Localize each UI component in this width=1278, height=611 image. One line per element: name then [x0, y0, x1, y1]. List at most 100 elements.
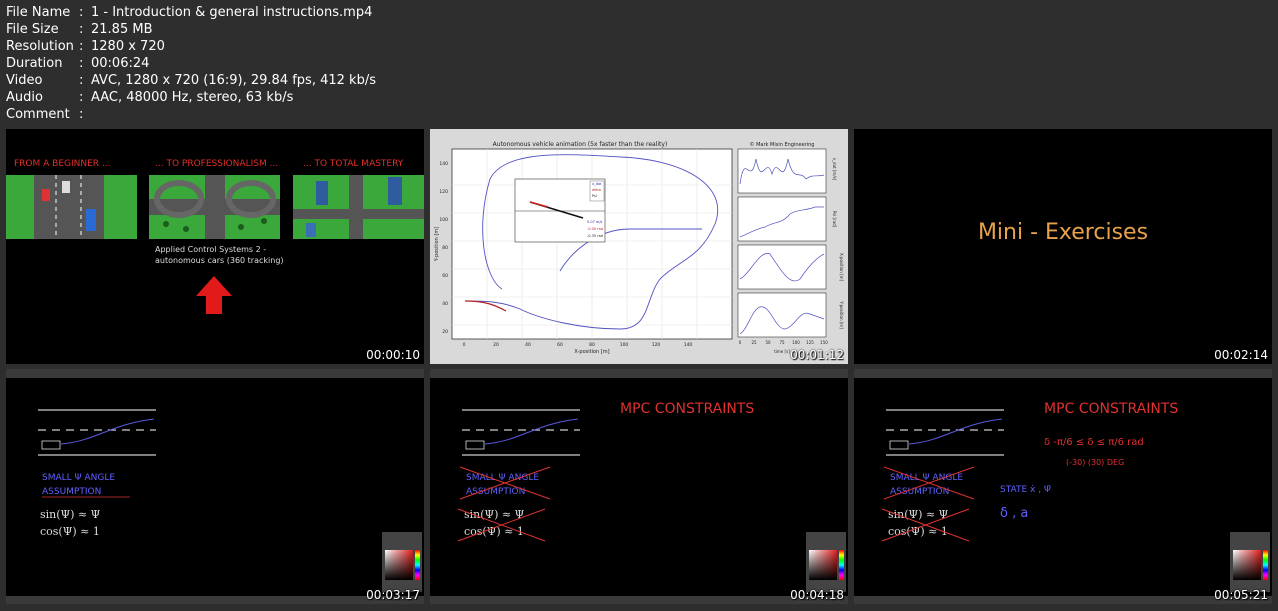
svg-text:140: 140 — [684, 342, 693, 348]
audio-key: Audio — [6, 90, 43, 105]
svg-text:80: 80 — [589, 342, 595, 348]
caption-line-1: Applied Control Systems 2 - — [155, 245, 267, 254]
svg-text:0: 0 — [739, 340, 742, 345]
mini-exercises-title: Mini - Exercises — [977, 220, 1149, 245]
constraint-line: δ -π/6 ≤ δ ≤ π/6 rad — [1044, 437, 1144, 448]
inset-value-psi: -0.35 rad — [587, 234, 603, 238]
svg-text:40: 40 — [442, 301, 448, 307]
video-row: Video: AVC, 1280 x 720 (16:9), 29.84 fps,… — [6, 72, 376, 89]
duration-row: Duration:00:06:24 — [6, 55, 376, 72]
timestamp: 00:04:18 — [790, 588, 844, 602]
svg-text:Y-position [m]: Y-position [m] — [839, 300, 844, 329]
svg-text:60: 60 — [557, 342, 563, 348]
audio-row: Audio: AAC, 48000 Hz, stereo, 63 kb/s — [6, 89, 376, 106]
resolution-row: Resolution:1280 x 720 — [6, 38, 376, 55]
file-size-value: 21.85 MB — [91, 22, 153, 37]
note-line-4: cos(Ψ) ≈ 1 — [888, 525, 948, 538]
svg-text:40: 40 — [525, 342, 531, 348]
svg-text:140: 140 — [439, 161, 448, 167]
separator: : — [79, 5, 84, 20]
svg-text:75: 75 — [779, 340, 785, 345]
gimp-statusbar — [6, 596, 424, 604]
constraint-deg: (-30) (30) DEG — [1066, 458, 1124, 467]
svg-text:100: 100 — [439, 217, 448, 223]
note-line-1: SMALL Ψ ANGLE — [42, 473, 115, 483]
gimp-statusbar — [854, 596, 1272, 604]
whiteboard-drawing: SMALL Ψ ANGLE ASSUMPTION sin(Ψ) ≈ Ψ cos(… — [881, 401, 1178, 542]
svg-text:25: 25 — [751, 340, 757, 345]
thumbnail-5[interactable]: SMALL Ψ ANGLE ASSUMPTION sin(Ψ) ≈ Ψ cos(… — [430, 369, 848, 604]
note-line-3: sin(Ψ) ≈ Ψ — [40, 508, 101, 521]
x-axis-label: X-position [m] — [574, 349, 609, 355]
plot-credit: © Mark Misin Engineering — [750, 141, 815, 148]
svg-text:125: 125 — [806, 340, 814, 345]
svg-text:time [s]: time [s] — [774, 349, 790, 354]
svg-text:X-position [m]: X-position [m] — [839, 253, 844, 282]
note-line-2: ASSUMPTION — [890, 487, 949, 497]
separator: : — [79, 73, 84, 88]
svg-text:Psi [rad]: Psi [rad] — [832, 211, 837, 228]
inset-legend-delta: delta — [592, 188, 601, 192]
mpc-constraints-header: MPC CONSTRAINTS — [1044, 401, 1178, 417]
symbols-line: δ , a — [1000, 506, 1028, 521]
whiteboard-drawing: SMALL Ψ ANGLE ASSUMPTION sin(Ψ) ≈ Ψ cos(… — [38, 409, 156, 538]
svg-text:150: 150 — [820, 340, 828, 345]
svg-text:50: 50 — [765, 340, 771, 345]
caption-line-2: autonomous cars (360 tracking) — [155, 256, 284, 265]
svg-text:0: 0 — [463, 342, 466, 348]
thumbnail-4[interactable]: SMALL Ψ ANGLE ASSUMPTION sin(Ψ) ≈ Ψ cos(… — [6, 369, 424, 604]
inset-value-delta: -0.00 rad — [587, 227, 603, 231]
file-info-block: File Name:1 - Introduction & general ins… — [6, 4, 376, 123]
file-size-row: File Size:21.85 MB — [6, 21, 376, 38]
color-picker-panel[interactable] — [382, 532, 422, 592]
video-key: Video — [6, 73, 43, 88]
comment-row: Comment: — [6, 106, 376, 123]
timestamp: 00:03:17 — [366, 588, 420, 602]
inset-legend-xdot: x_dot — [592, 182, 602, 186]
state-line: STATE ẋ , Ψ̇ — [1000, 485, 1051, 495]
resolution-value: 1280 x 720 — [91, 39, 165, 54]
svg-text:120: 120 — [439, 189, 448, 195]
timestamp: 00:02:14 — [1214, 348, 1268, 362]
gimp-statusbar — [430, 596, 848, 604]
video-value: AVC, 1280 x 720 (16:9), 29.84 fps, 412 k… — [91, 73, 376, 88]
color-picker-panel[interactable] — [806, 532, 846, 592]
color-picker-panel[interactable] — [1230, 532, 1270, 592]
separator: : — [79, 22, 84, 37]
svg-text:120: 120 — [652, 342, 661, 348]
separator: : — [79, 107, 84, 122]
svg-text:60: 60 — [442, 273, 448, 279]
svg-text:100: 100 — [792, 340, 800, 345]
inset-legend-psi: Psi — [592, 194, 597, 198]
file-size-key: File Size — [6, 22, 59, 37]
svg-text:20: 20 — [442, 329, 448, 335]
timestamp: 00:05:21 — [1214, 588, 1268, 602]
svg-text:20: 20 — [493, 342, 499, 348]
audio-value: AAC, 48000 Hz, stereo, 63 kb/s — [91, 90, 294, 105]
vehicle-animation-plot: Autonomous vehicle animation (5x faster … — [430, 129, 848, 364]
duration-key: Duration — [6, 56, 63, 71]
intro-caption: Applied Control Systems 2 - autonomous c… — [155, 244, 285, 266]
separator: : — [79, 56, 84, 71]
plot-title: Autonomous vehicle animation (5x faster … — [493, 141, 668, 148]
inset-value-xdot: 5.07 m/s — [587, 220, 602, 224]
svg-text:80: 80 — [442, 245, 448, 251]
resolution-key: Resolution — [6, 39, 74, 54]
comment-key: Comment — [6, 107, 70, 122]
thumbnail-6[interactable]: SMALL Ψ ANGLE ASSUMPTION sin(Ψ) ≈ Ψ cos(… — [854, 369, 1272, 604]
mpc-constraints-header: MPC CONSTRAINTS — [620, 401, 754, 417]
file-name-value: 1 - Introduction & general instructions.… — [91, 5, 373, 20]
note-line-4: cos(Ψ) ≈ 1 — [464, 525, 524, 538]
separator: : — [79, 39, 84, 54]
thumbnail-2[interactable]: Autonomous vehicle animation (5x faster … — [430, 129, 848, 364]
file-name-row: File Name:1 - Introduction & general ins… — [6, 4, 376, 21]
separator: : — [79, 90, 84, 105]
whiteboard-drawing: SMALL Ψ ANGLE ASSUMPTION sin(Ψ) ≈ Ψ cos(… — [457, 401, 754, 542]
svg-text:x_dot [m/s]: x_dot [m/s] — [832, 158, 837, 181]
note-line-2: ASSUMPTION — [466, 487, 525, 497]
thumbnail-1[interactable]: FROM A BEGINNER ... ... TO PROFESSIONALI… — [6, 129, 424, 364]
thumbnail-3[interactable]: Mini - Exercises 00:02:14 — [854, 129, 1272, 364]
timestamp: 00:01:12 — [790, 348, 844, 362]
y-axis-label: Y-position [m] — [434, 227, 440, 262]
file-name-key: File Name — [6, 5, 71, 20]
